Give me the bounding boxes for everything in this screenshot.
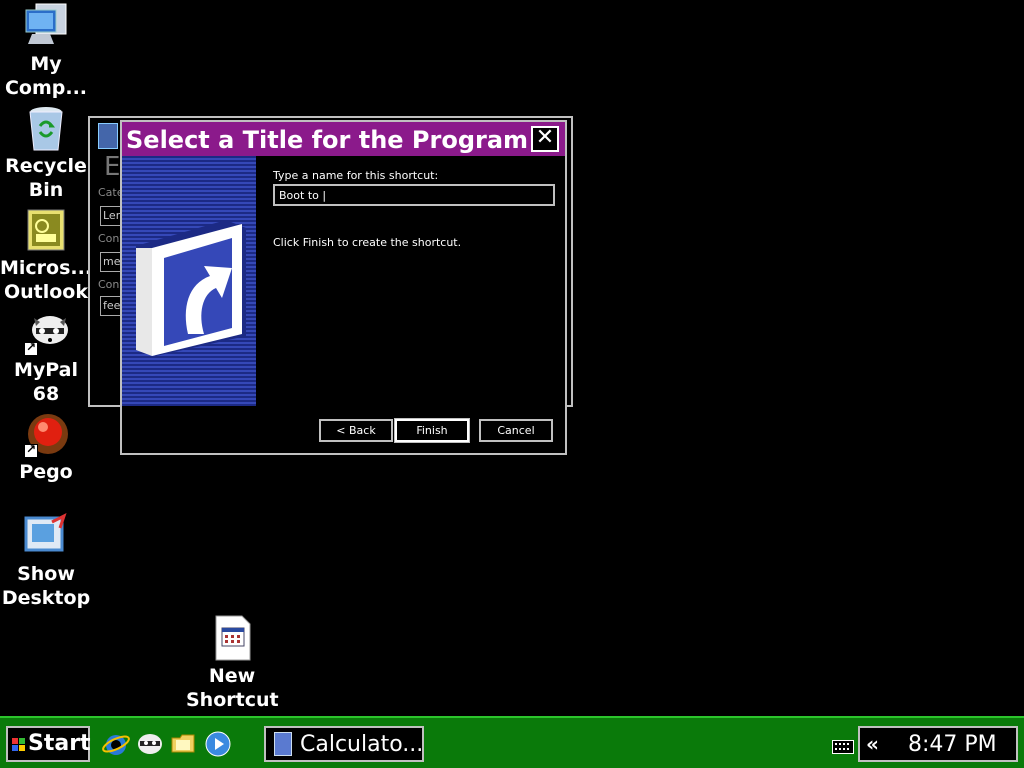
folder-icon[interactable] — [170, 730, 198, 758]
desktop-icon-label: Micros... Outlook — [0, 257, 93, 303]
recycle-bin-icon — [22, 104, 70, 152]
wizard-banner — [122, 156, 256, 408]
select-title-dialog: Select a Title for the Program ✕ Type a … — [120, 120, 567, 455]
calculator-icon — [274, 732, 292, 756]
mypal-icon[interactable] — [136, 730, 164, 758]
mypal-raccoon-icon — [22, 308, 70, 356]
desktop-icon-recycle-bin[interactable]: Recycle Bin — [0, 104, 92, 202]
finish-button[interactable]: Finish — [394, 418, 470, 443]
desktop-icon-label: Show Desktop — [1, 563, 91, 609]
desktop-icon-label: MyPal 68 — [13, 359, 79, 405]
outlook-icon — [22, 206, 70, 254]
desktop-icon-show-desktop[interactable]: Show Desktop — [0, 512, 92, 610]
close-button[interactable]: ✕ — [531, 126, 559, 152]
clock[interactable]: 8:47 PM — [908, 732, 997, 757]
start-button[interactable]: Start — [6, 726, 91, 762]
back-button[interactable]: < Back — [319, 419, 393, 442]
dialog-title: Select a Title for the Program — [126, 126, 529, 154]
calculator-icon — [98, 123, 118, 149]
start-label: Start — [28, 731, 91, 756]
tray-expand-chevron-icon[interactable]: « — [866, 732, 879, 756]
my-computer-icon — [22, 2, 70, 50]
desktop-icon-label: Recycle Bin — [5, 155, 87, 201]
desktop-icon-new-shortcut[interactable]: New Shortcut — [186, 614, 279, 712]
media-player-icon[interactable] — [204, 730, 232, 758]
new-shortcut-file-icon — [208, 614, 256, 662]
desktop-icon-my-computer[interactable]: My Comp... — [0, 2, 92, 100]
dialog-title-bar[interactable]: Select a Title for the Program ✕ — [122, 122, 565, 156]
shortcut-arrow-icon — [24, 442, 38, 458]
internet-explorer-icon[interactable] — [102, 730, 130, 758]
desktop-icon-outlook[interactable]: Micros... Outlook — [0, 206, 92, 304]
desktop-icon-mypal[interactable]: MyPal 68 — [0, 308, 92, 406]
shortcut-name-input[interactable] — [273, 184, 555, 206]
shortcut-arrow-icon — [24, 340, 38, 356]
finish-hint-text: Click Finish to create the shortcut. — [273, 236, 462, 249]
desktop-icon-pego[interactable]: Pego — [0, 410, 92, 484]
taskbar: Start Calculato... « 8:47 PM — [0, 716, 1024, 768]
windows-flag-icon — [12, 738, 25, 751]
cancel-button[interactable]: Cancel — [479, 419, 553, 442]
desktop-icon-label: Pego — [19, 461, 73, 483]
pego-red-ball-icon — [22, 410, 70, 458]
calculator-heading: E — [104, 152, 121, 182]
shortcut-name-label: Type a name for this shortcut: — [273, 169, 439, 182]
task-label: Calculato... — [300, 732, 424, 757]
system-tray: « 8:47 PM — [858, 726, 1018, 762]
keyboard-icon[interactable] — [832, 740, 854, 754]
desktop-icon-label: New Shortcut — [186, 665, 279, 711]
dialog-separator — [122, 406, 565, 408]
shortcut-arrow-banner-icon — [136, 220, 246, 356]
task-calculator-button[interactable]: Calculato... — [264, 726, 424, 762]
show-desktop-icon — [22, 512, 70, 560]
desktop-icon-label: My Comp... — [4, 53, 88, 99]
